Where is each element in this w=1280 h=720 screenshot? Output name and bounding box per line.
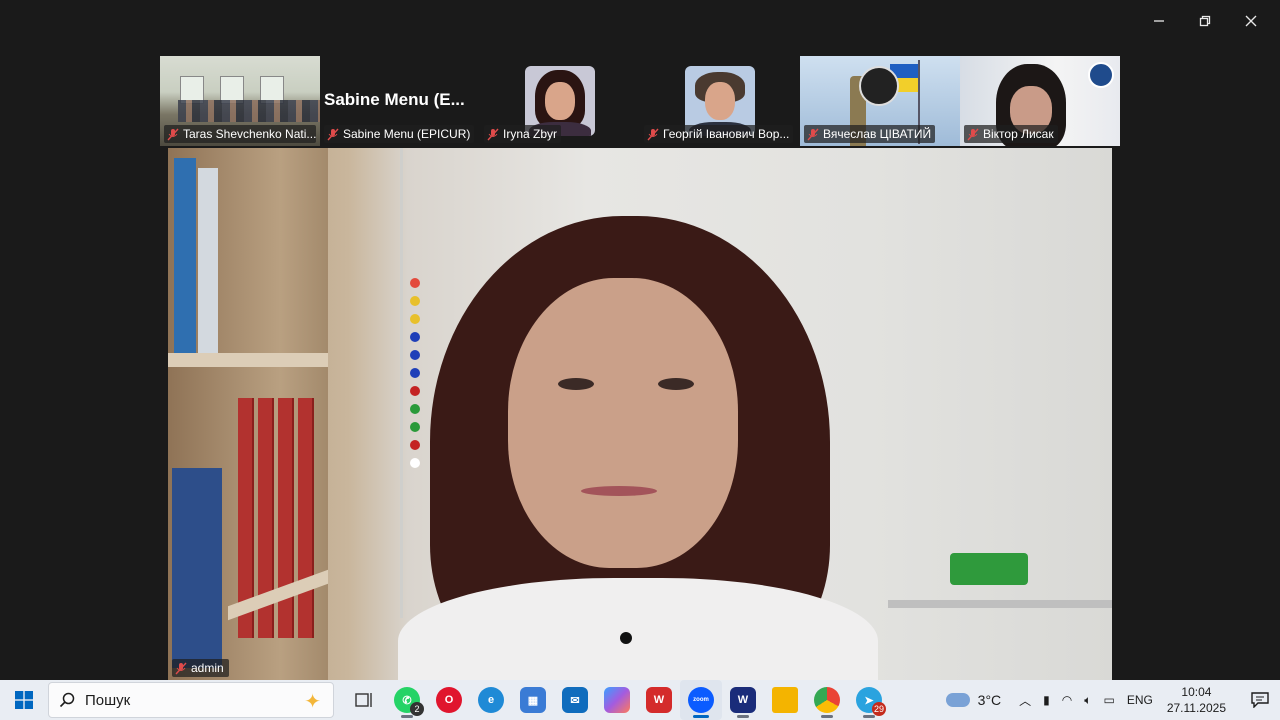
whiteboard-eraser bbox=[950, 553, 1028, 585]
taskbar-app-zoom[interactable]: zoom bbox=[680, 680, 722, 720]
participant-name-label: Георгій Іванович Вор... bbox=[644, 125, 794, 143]
participant-strip: Taras Shevchenko Nati... Sabine Menu (E.… bbox=[160, 56, 1120, 146]
minimize-button[interactable] bbox=[1136, 8, 1182, 34]
taskbar-app-outlook[interactable]: ✉ bbox=[554, 680, 596, 720]
chevron-up-icon[interactable]: ︿ bbox=[1019, 692, 1031, 709]
muted-mic-icon bbox=[487, 128, 499, 140]
wifi-icon[interactable]: ◠ bbox=[1062, 693, 1072, 707]
participant-name-label: Вячеслав ЦІВАТИЙ bbox=[804, 125, 936, 143]
main-speaker-name-label: admin bbox=[172, 659, 229, 677]
notifications-button[interactable] bbox=[1240, 680, 1280, 720]
restore-button[interactable] bbox=[1182, 8, 1228, 34]
clock-date: 27.11.2025 bbox=[1166, 701, 1226, 715]
obs-logo-icon bbox=[859, 66, 899, 106]
taskbar-app-file-explorer[interactable] bbox=[764, 680, 806, 720]
outlook-icon: ✉ bbox=[562, 687, 588, 713]
minimize-icon bbox=[1154, 20, 1164, 22]
clock-time: 10:04 bbox=[1181, 685, 1212, 699]
clock[interactable]: 10:04 27.11.2025 bbox=[1167, 684, 1226, 716]
restore-icon bbox=[1199, 15, 1211, 27]
taskbar-app-copilot[interactable] bbox=[596, 680, 638, 720]
taskbar-app-opera[interactable]: O bbox=[428, 680, 470, 720]
participant-name-label: Віктор Лисак bbox=[964, 125, 1058, 143]
taskbar-app-edge[interactable]: e bbox=[470, 680, 512, 720]
webex-icon: W bbox=[730, 687, 756, 713]
search-box[interactable]: Пошук ✦ bbox=[48, 682, 334, 718]
weather-temperature: 3°C bbox=[977, 692, 1002, 708]
close-icon bbox=[1245, 15, 1257, 27]
notification-badge: 29 bbox=[871, 702, 886, 716]
window-controls bbox=[1136, 8, 1274, 34]
opera-icon: O bbox=[436, 687, 462, 713]
main-speaker-video[interactable] bbox=[168, 148, 1112, 680]
zoom-icon: zoom bbox=[688, 687, 714, 713]
notification-icon bbox=[1251, 692, 1269, 708]
search-placeholder: Пошук bbox=[85, 691, 131, 709]
weather-widget[interactable]: 3°C bbox=[945, 692, 1002, 708]
microphone-icon[interactable]: ▮ bbox=[1043, 693, 1050, 707]
notification-badge: 2 bbox=[410, 702, 424, 716]
muted-mic-icon bbox=[167, 128, 179, 140]
language-indicator[interactable]: ENG bbox=[1127, 693, 1153, 707]
copilot-icon bbox=[604, 687, 630, 713]
taskbar-app-wps[interactable]: W bbox=[638, 680, 680, 720]
taskbar-app-chrome[interactable] bbox=[806, 680, 848, 720]
search-icon bbox=[59, 692, 75, 708]
file-explorer-icon bbox=[772, 687, 798, 713]
university-logo-icon bbox=[1088, 62, 1114, 88]
participant-name-label: Iryna Zbyr bbox=[484, 125, 562, 143]
taskbar-app-store[interactable]: ▦ bbox=[512, 680, 554, 720]
sparkle-icon: ✦ bbox=[304, 691, 321, 713]
edge-icon: e bbox=[478, 687, 504, 713]
participant-display-name: Sabine Menu (E... bbox=[324, 90, 465, 109]
system-tray: 3°C ︿ ▮ ◠ 🔈︎ ▭ ENG 10:04 27.11.2025 bbox=[945, 680, 1280, 720]
cloud-icon bbox=[945, 693, 970, 707]
taskbar-app-whatsapp[interactable]: ✆ 2 bbox=[386, 680, 428, 720]
participant-tile[interactable]: Taras Shevchenko Nati... bbox=[160, 56, 320, 146]
muted-mic-icon bbox=[647, 128, 659, 140]
wps-icon: W bbox=[646, 687, 672, 713]
battery-icon[interactable]: ▭ bbox=[1103, 693, 1114, 707]
windows-logo-icon bbox=[15, 691, 33, 709]
participant-tile[interactable]: Iryna Zbyr bbox=[480, 56, 640, 146]
participant-name-label: Taras Shevchenko Nati... bbox=[164, 125, 316, 143]
participant-tile[interactable]: Віктор Лисак bbox=[960, 56, 1120, 146]
close-button[interactable] bbox=[1228, 8, 1274, 34]
system-icons: ︿ ▮ ◠ 🔈︎ ▭ ENG bbox=[1019, 692, 1153, 709]
taskbar-app-telegram[interactable]: ➤ 29 bbox=[848, 680, 890, 720]
muted-mic-icon bbox=[807, 128, 819, 140]
chrome-icon bbox=[814, 687, 840, 713]
store-icon: ▦ bbox=[520, 687, 546, 713]
participant-name-label: Sabine Menu (EPICUR) bbox=[324, 125, 475, 143]
participant-tile[interactable]: Sabine Menu (E... Sabine Menu (EPICUR) bbox=[320, 56, 480, 146]
muted-mic-icon bbox=[175, 662, 187, 674]
taskbar-app-webex[interactable]: W bbox=[722, 680, 764, 720]
speaker-icon[interactable]: 🔈︎ bbox=[1084, 693, 1091, 708]
muted-mic-icon bbox=[327, 128, 339, 140]
participant-tile[interactable]: Вячеслав ЦІВАТИЙ bbox=[800, 56, 960, 146]
taskbar-app-task-view[interactable] bbox=[344, 680, 386, 720]
start-button[interactable] bbox=[0, 680, 48, 720]
bookshelf bbox=[168, 148, 328, 680]
muted-mic-icon bbox=[967, 128, 979, 140]
taskbar: Пошук ✦ ✆ 2 O e ▦ ✉ W zoom W ➤ 29 3°C ︿ … bbox=[0, 680, 1280, 720]
participant-tile[interactable]: Георгій Іванович Вор... bbox=[640, 56, 800, 146]
task-view-icon bbox=[355, 693, 372, 707]
